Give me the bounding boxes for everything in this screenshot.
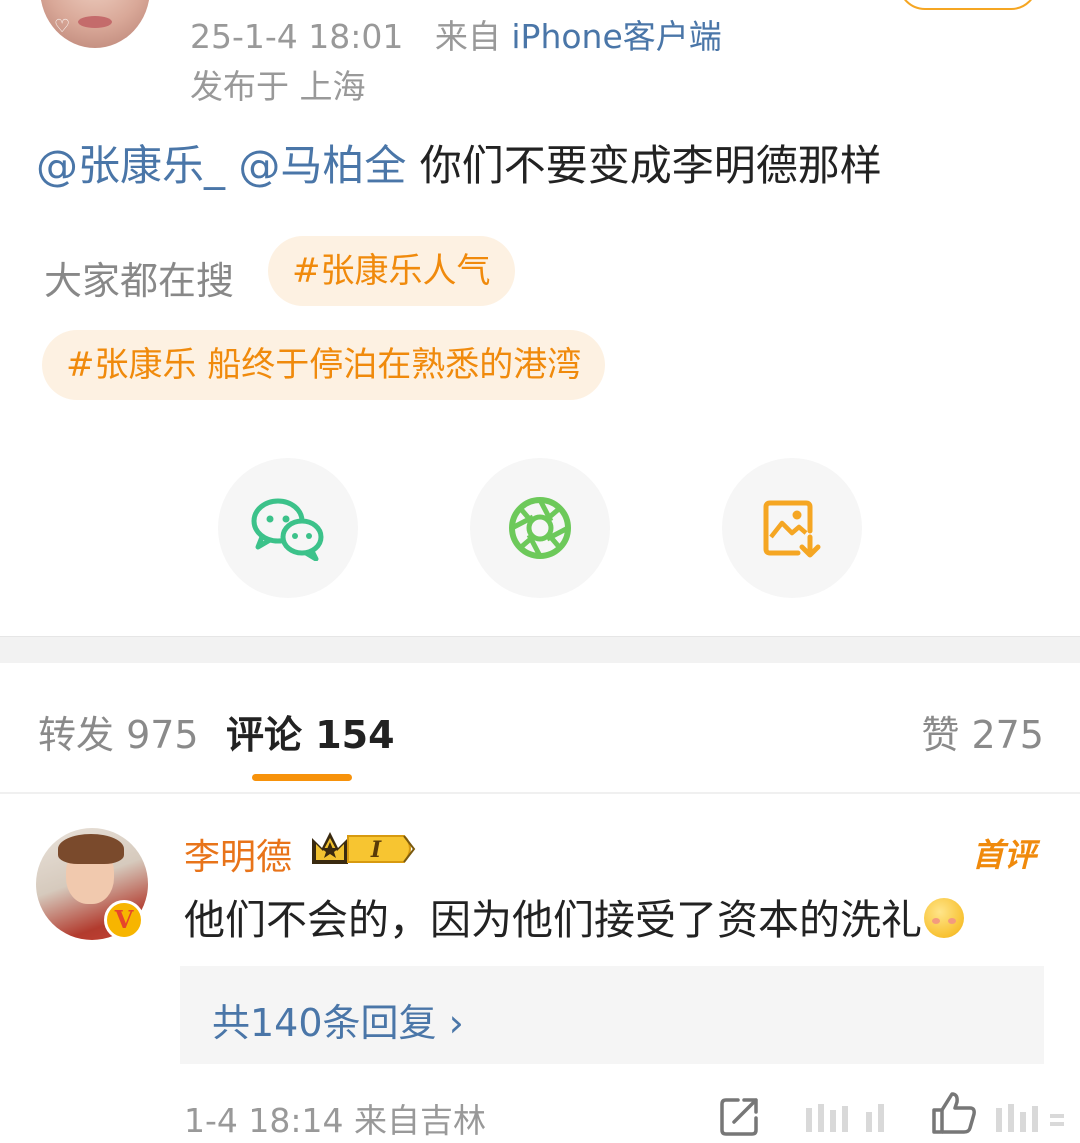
view-replies-link[interactable]: 共140条回复 › — [212, 992, 464, 1047]
follow-button[interactable] — [898, 0, 1038, 10]
first-comment-label: 首评 — [971, 836, 1036, 874]
post-content: @张康乐_ @马柏全 你们不要变成李明德那样 — [36, 132, 882, 193]
level-badge-text: I — [370, 837, 382, 863]
heart-icon: ♡ — [54, 16, 71, 37]
share-moments-button[interactable] — [470, 458, 610, 598]
post-text: 你们不要变成李明德那样 — [419, 141, 882, 190]
post-meta: 25-1-4 18:01 来自 iPhone客户端 — [190, 10, 722, 58]
active-tab-indicator — [252, 774, 352, 781]
tab-repost[interactable]: 转发 975 — [38, 704, 199, 759]
comment-text: 他们不会的，因为他们接受了资本的洗礼 — [184, 896, 922, 944]
smile-emoji-icon — [924, 898, 964, 938]
crown-level-badge-icon: I — [312, 832, 416, 864]
save-image-button[interactable] — [722, 458, 862, 598]
section-divider — [0, 636, 1080, 663]
tab-like[interactable]: 赞 275 — [921, 704, 1044, 759]
comment-meta: 1-4 18:14 来自吉林 — [184, 1094, 486, 1142]
save-image-icon — [763, 500, 821, 558]
mention-link[interactable]: @张康乐_ — [36, 141, 225, 190]
trending-tag[interactable]: #张康乐 船终于停泊在熟悉的港湾 — [42, 330, 606, 400]
comment-body: 他们不会的，因为他们接受了资本的洗礼 — [184, 886, 964, 946]
trending-search-label: 大家都在搜 — [44, 259, 235, 303]
verified-badge: V — [104, 900, 144, 940]
moments-icon — [509, 497, 571, 559]
mention-link[interactable]: @马柏全 — [238, 141, 406, 190]
post-source-prefix: 来自 — [434, 17, 501, 56]
poster-avatar[interactable]: ♡ — [40, 0, 150, 48]
post-source[interactable]: iPhone客户端 — [511, 17, 721, 56]
post-time: 25-1-4 18:01 — [190, 17, 404, 56]
post-location: 发布于 上海 — [190, 67, 366, 106]
comment-time: 1-4 18:14 — [184, 1101, 344, 1140]
tab-divider — [0, 792, 1080, 794]
comment-location: 来自吉林 — [354, 1101, 486, 1140]
wechat-icon — [251, 498, 324, 561]
share-icon[interactable] — [720, 1096, 760, 1136]
share-wechat-button[interactable] — [218, 458, 358, 598]
commenter-name[interactable]: 李明德 — [184, 828, 292, 880]
tab-comment[interactable]: 评论 154 — [226, 704, 395, 759]
like-icon[interactable] — [930, 1090, 978, 1136]
trending-tag[interactable]: #张康乐人气 — [268, 236, 515, 306]
